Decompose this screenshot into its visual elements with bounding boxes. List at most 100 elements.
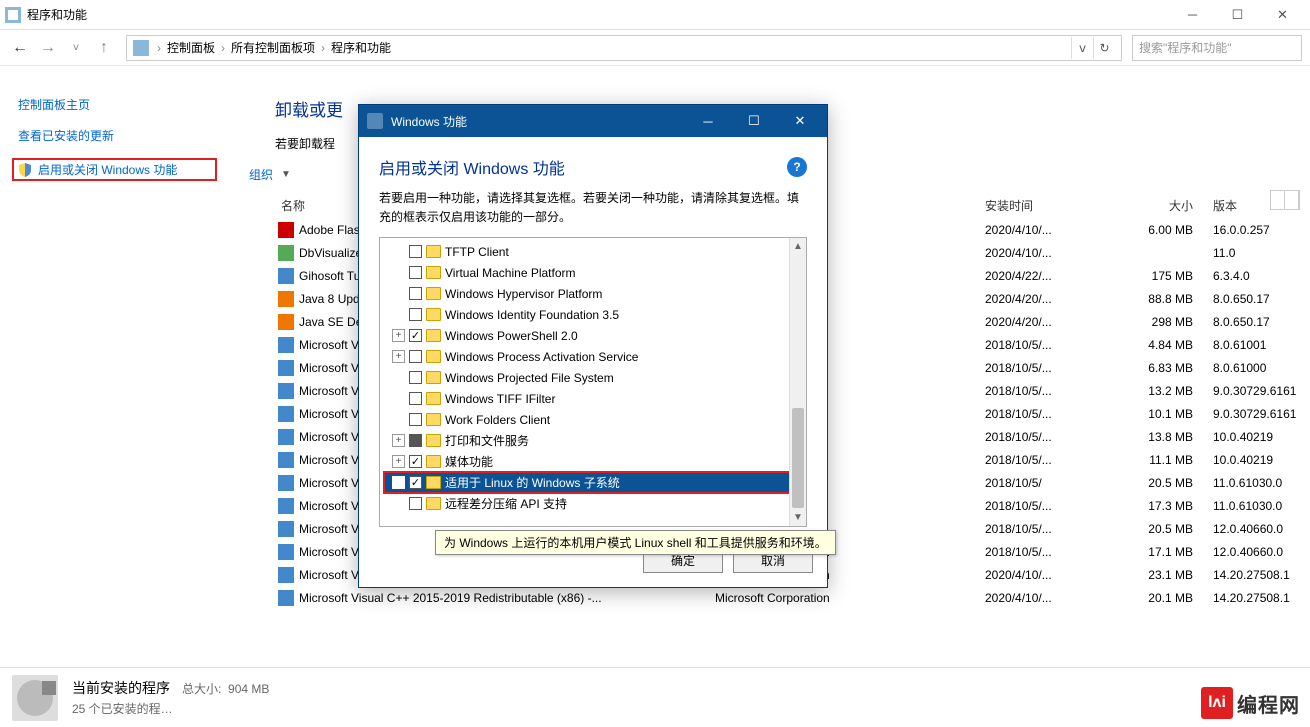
checkbox[interactable] <box>409 329 422 342</box>
maximize-button[interactable]: ☐ <box>1215 1 1260 29</box>
recent-locations-button[interactable]: ⅴ <box>64 36 88 60</box>
status-count: 25 个已安装的程… <box>72 700 269 717</box>
forward-button[interactable]: → <box>36 36 60 60</box>
feature-label: 远程差分压缩 API 支持 <box>445 495 567 512</box>
dialog-close-button[interactable]: ✕ <box>781 107 819 135</box>
folder-icon <box>426 266 441 279</box>
program-version: 10.0.40219 <box>1213 430 1310 444</box>
dialog-maximize-button[interactable]: ☐ <box>735 107 773 135</box>
minimize-button[interactable]: ─ <box>1170 1 1215 29</box>
expander-icon[interactable] <box>392 266 405 279</box>
feature-item[interactable]: Windows Identity Foundation 3.5 <box>384 304 802 325</box>
separator-icon: › <box>221 41 225 55</box>
checkbox[interactable] <box>409 392 422 405</box>
checkbox[interactable] <box>409 413 422 426</box>
organize-button[interactable]: 组织 <box>249 166 273 183</box>
breadcrumb-item[interactable]: 程序和功能 <box>331 39 391 56</box>
dialog-titlebar[interactable]: Windows 功能 ─ ☐ ✕ <box>359 105 827 137</box>
checkbox[interactable] <box>409 287 422 300</box>
feature-item[interactable]: + 媒体功能 <box>384 451 802 472</box>
expander-icon[interactable] <box>392 371 405 384</box>
program-date: 2018/10/5/... <box>985 499 1103 513</box>
feature-item[interactable]: + Windows Process Activation Service <box>384 346 802 367</box>
breadcrumb-item[interactable]: 所有控制面板项 <box>231 39 315 56</box>
column-size[interactable]: 大小 <box>1103 197 1213 214</box>
scroll-thumb[interactable] <box>792 408 804 508</box>
expander-icon[interactable] <box>392 476 405 489</box>
expander-icon[interactable]: + <box>392 329 405 342</box>
breadcrumb[interactable]: › 控制面板 › 所有控制面板项 › 程序和功能 ⅴ ↻ <box>126 35 1122 61</box>
feature-item[interactable]: 适用于 Linux 的 Windows 子系统 <box>384 472 802 493</box>
program-version: 8.0.61000 <box>1213 361 1310 375</box>
sidebar-link[interactable]: 控制面板主页 <box>18 96 217 113</box>
program-version: 14.20.27508.1 <box>1213 591 1310 605</box>
checkbox[interactable] <box>409 266 422 279</box>
program-size: 4.84 MB <box>1103 338 1213 352</box>
expander-icon[interactable] <box>392 245 405 258</box>
checkbox[interactable] <box>409 308 422 321</box>
status-title: 当前安装的程序 <box>72 678 170 698</box>
program-size: 6.83 MB <box>1103 361 1213 375</box>
logo-box: lʌi <box>1201 687 1233 719</box>
feature-item[interactable]: Windows Hypervisor Platform <box>384 283 802 304</box>
dialog-minimize-button[interactable]: ─ <box>689 107 727 135</box>
tooltip: 为 Windows 上运行的本机用户模式 Linux shell 和工具提供服务… <box>435 530 836 555</box>
folder-icon <box>426 476 441 489</box>
view-options-button[interactable] <box>1270 190 1300 210</box>
program-date: 2018/10/5/... <box>985 338 1103 352</box>
scroll-up-icon[interactable]: ▲ <box>790 238 806 255</box>
program-icon <box>277 521 295 537</box>
expander-icon[interactable]: + <box>392 434 405 447</box>
chevron-down-icon[interactable]: ▼ <box>281 169 291 180</box>
checkbox[interactable] <box>409 476 422 489</box>
scroll-down-icon[interactable]: ▼ <box>790 509 806 526</box>
program-row[interactable]: Microsoft Visual C++ 2015-2019 Redistrib… <box>275 586 1310 609</box>
checkbox[interactable] <box>409 350 422 363</box>
feature-item[interactable]: 远程差分压缩 API 支持 <box>384 493 802 514</box>
program-date: 2020/4/20/... <box>985 292 1103 306</box>
feature-item[interactable]: Work Folders Client <box>384 409 802 430</box>
refresh-button[interactable]: ↻ <box>1093 37 1115 59</box>
expander-icon[interactable]: + <box>392 350 405 363</box>
feature-item[interactable]: + Windows PowerShell 2.0 <box>384 325 802 346</box>
column-date[interactable]: 安装时间 <box>985 197 1103 214</box>
back-button[interactable]: ← <box>8 36 32 60</box>
breadcrumb-item[interactable]: 控制面板 <box>167 39 215 56</box>
feature-label: TFTP Client <box>445 245 509 259</box>
feature-item[interactable]: Windows TIFF IFilter <box>384 388 802 409</box>
program-version: 8.0.61001 <box>1213 338 1310 352</box>
program-size: 13.2 MB <box>1103 384 1213 398</box>
checkbox[interactable] <box>409 455 422 468</box>
checkbox[interactable] <box>409 245 422 258</box>
close-button[interactable]: ✕ <box>1260 1 1305 29</box>
expander-icon[interactable] <box>392 413 405 426</box>
program-size: 17.1 MB <box>1103 545 1213 559</box>
help-icon[interactable]: ? <box>787 157 807 177</box>
program-size: 20.5 MB <box>1103 522 1213 536</box>
feature-item[interactable]: TFTP Client <box>384 241 802 262</box>
sidebar-link[interactable]: 启用或关闭 Windows 功能 <box>12 158 217 181</box>
feature-item[interactable]: Virtual Machine Platform <box>384 262 802 283</box>
scrollbar[interactable]: ▲ ▼ <box>789 238 806 526</box>
history-dropdown-button[interactable]: ⅴ <box>1071 37 1093 59</box>
expander-icon[interactable]: + <box>392 455 405 468</box>
expander-icon[interactable] <box>392 308 405 321</box>
checkbox[interactable] <box>409 497 422 510</box>
search-input[interactable]: 搜索"程序和功能" <box>1132 35 1302 61</box>
feature-item[interactable]: + 打印和文件服务 <box>384 430 802 451</box>
app-icon <box>5 7 21 23</box>
feature-item[interactable]: Windows Projected File System <box>384 367 802 388</box>
program-version: 12.0.40660.0 <box>1213 522 1310 536</box>
expander-icon[interactable] <box>392 497 405 510</box>
program-size: 298 MB <box>1103 315 1213 329</box>
feature-tree[interactable]: TFTP Client Virtual Machine Platform Win… <box>379 237 807 527</box>
checkbox[interactable] <box>409 434 422 447</box>
separator-icon: › <box>321 41 325 55</box>
feature-label: Windows Hypervisor Platform <box>445 287 602 301</box>
program-icon <box>277 245 295 261</box>
sidebar-link[interactable]: 查看已安装的更新 <box>18 127 217 144</box>
checkbox[interactable] <box>409 371 422 384</box>
expander-icon[interactable] <box>392 287 405 300</box>
expander-icon[interactable] <box>392 392 405 405</box>
up-button[interactable]: ↑ <box>92 36 116 60</box>
